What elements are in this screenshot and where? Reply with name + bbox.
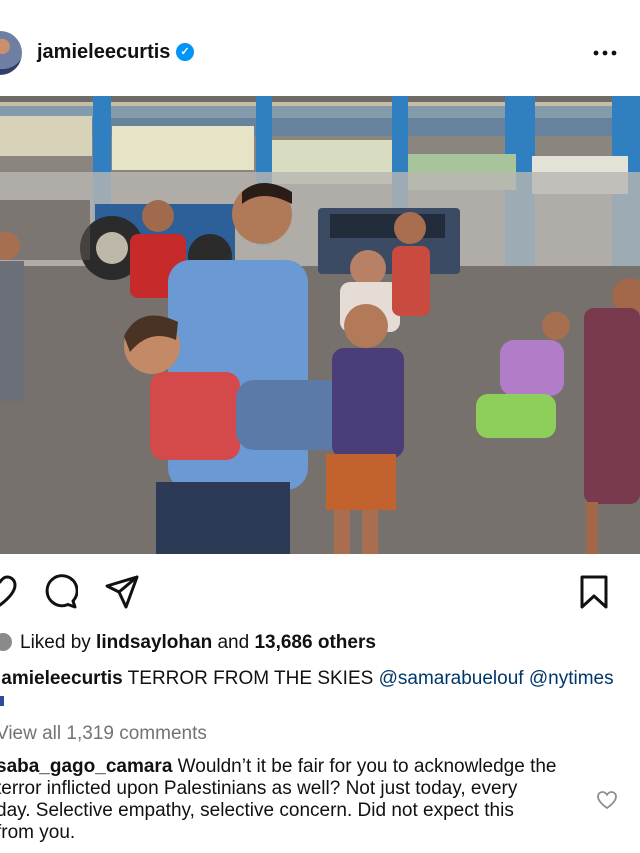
comment-line-1: saba_gago_camara Wouldn’t it be fair for… bbox=[0, 756, 586, 778]
caption-mention-samarabuelouf[interactable]: @samarabuelouf bbox=[379, 668, 524, 689]
comment-line-3: day. Selective empathy, selective concer… bbox=[0, 800, 514, 821]
comment: saba_gago_camara Wouldn’t it be fair for… bbox=[0, 756, 586, 844]
flag-emoji bbox=[0, 696, 4, 706]
caption-text: TERROR FROM THE SKIES bbox=[122, 668, 379, 689]
liked-by-avatar[interactable] bbox=[0, 633, 12, 651]
liked-prefix: Liked by bbox=[20, 632, 97, 653]
caption-username[interactable]: jamieleecurtis bbox=[0, 668, 123, 689]
post-username[interactable]: jamieleecurtis bbox=[37, 41, 170, 64]
save-icon[interactable] bbox=[576, 574, 612, 610]
verified-badge-icon: ✓ bbox=[176, 43, 194, 61]
liked-count[interactable]: 13,686 others bbox=[254, 632, 375, 653]
comment-text-1: Wouldn’t it be fair for you to acknowled… bbox=[172, 756, 557, 777]
post-caption: jamieleecurtis TERROR FROM THE SKIES @sa… bbox=[0, 668, 614, 690]
post-header: jamieleecurtis ✓ bbox=[0, 22, 640, 84]
comment-line-2: terror inflicted upon Palestinians as we… bbox=[0, 778, 518, 799]
action-bar bbox=[0, 570, 640, 616]
comment-username[interactable]: saba_gago_camara bbox=[0, 756, 172, 777]
comment-line-4: from you. bbox=[0, 822, 76, 843]
post-photo-illustration bbox=[0, 96, 640, 554]
comment-like-icon[interactable] bbox=[596, 790, 618, 810]
post-photo[interactable] bbox=[0, 96, 640, 554]
liked-mid: and bbox=[212, 632, 255, 653]
caption-mention-nytimes[interactable]: @nytimes bbox=[529, 668, 614, 689]
comment-icon[interactable] bbox=[42, 574, 78, 610]
heart-icon[interactable] bbox=[0, 574, 18, 610]
liked-user[interactable]: lindsaylohan bbox=[96, 632, 212, 653]
share-icon[interactable] bbox=[104, 574, 140, 610]
more-dots-icon[interactable] bbox=[592, 40, 618, 66]
liked-by-line: Liked by lindsaylohan and 13,686 others bbox=[0, 632, 376, 654]
view-all-comments-link[interactable]: View all 1,319 comments bbox=[0, 723, 207, 745]
profile-avatar[interactable] bbox=[0, 31, 22, 75]
